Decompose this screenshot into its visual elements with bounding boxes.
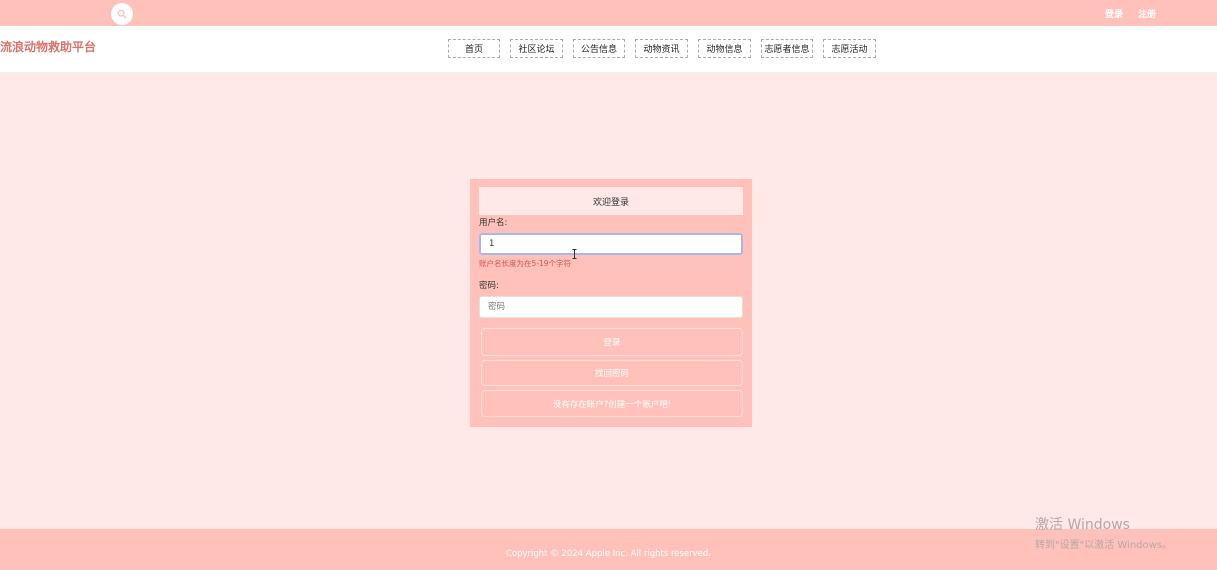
create-account-button[interactable]: 没有存在账户?创建一个账户吧! bbox=[481, 390, 743, 417]
register-link[interactable]: 注册 bbox=[1138, 7, 1156, 20]
text-cursor-icon bbox=[572, 249, 577, 259]
header-nav-bar: 流浪动物救助平台 首页 社区论坛 公告信息 动物资讯 动物信息 志愿者信息 志愿… bbox=[0, 26, 1217, 74]
nav-item-home[interactable]: 首页 bbox=[448, 39, 500, 58]
copyright-text: Copyright © 2024 Apple Inc. All rights r… bbox=[505, 548, 712, 559]
nav-item-forum[interactable]: 社区论坛 bbox=[510, 39, 563, 58]
search-button[interactable] bbox=[111, 3, 133, 25]
search-icon bbox=[117, 9, 127, 19]
username-error-message: 账户名长度为在5-19个字符 bbox=[479, 259, 572, 268]
windows-activation-watermark: 激活 Windows 转到"设置"以激活 Windows。 bbox=[1035, 514, 1172, 551]
watermark-title: 激活 Windows bbox=[1035, 517, 1130, 533]
login-card: 欢迎登录 用户名: 账户名长度为在5-19个字符 密码: 登录 找回密码 没有存… bbox=[470, 179, 752, 427]
password-label: 密码: bbox=[479, 281, 499, 291]
password-input[interactable] bbox=[479, 296, 743, 318]
main-nav: 首页 社区论坛 公告信息 动物资讯 动物信息 志愿者信息 志愿活动 bbox=[448, 39, 876, 58]
watermark-subtitle: 转到"设置"以激活 Windows。 bbox=[1035, 540, 1173, 551]
nav-item-announcements[interactable]: 公告信息 bbox=[573, 39, 625, 58]
site-title: 流浪动物救助平台 bbox=[0, 40, 97, 54]
nav-item-volunteer-info[interactable]: 志愿者信息 bbox=[761, 39, 813, 58]
username-label: 用户名: bbox=[479, 218, 508, 228]
forgot-password-button[interactable]: 找回密码 bbox=[481, 360, 743, 386]
login-welcome-heading: 欢迎登录 bbox=[479, 187, 743, 215]
top-bar: 登录 注册 bbox=[0, 0, 1217, 26]
top-links: 登录 注册 bbox=[1105, 7, 1156, 20]
login-link[interactable]: 登录 bbox=[1105, 7, 1123, 20]
nav-item-animal-info[interactable]: 动物信息 bbox=[698, 39, 751, 58]
nav-item-volunteer-activities[interactable]: 志愿活动 bbox=[823, 39, 876, 58]
username-input[interactable] bbox=[479, 233, 743, 255]
nav-item-animal-news[interactable]: 动物资讯 bbox=[635, 39, 688, 58]
login-button[interactable]: 登录 bbox=[481, 328, 743, 356]
